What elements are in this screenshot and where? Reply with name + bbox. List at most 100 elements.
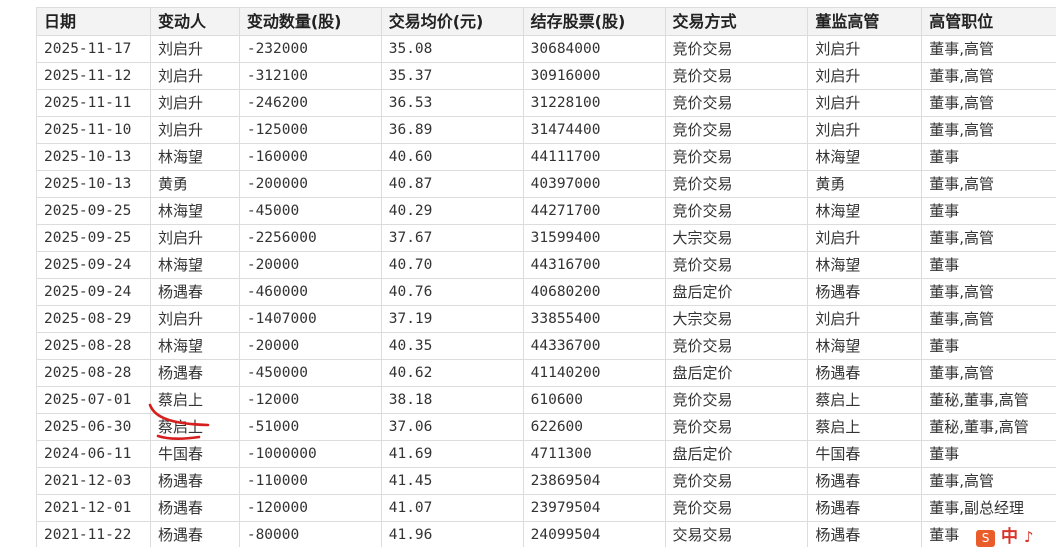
cell-holdings: 610600 (522, 386, 666, 414)
cell-executive: 蔡启上 (807, 386, 923, 414)
table-row[interactable]: 2025-10-13 黄勇 -200000 40.87 40397000 竞价交易 黄勇 董事… (36, 170, 1056, 198)
cell-executive: 杨遇春 (807, 359, 923, 387)
table-body: 2025-11-17 刘启升 -232000 35.08 30684000 竞价交易 刘启升… (36, 35, 1056, 547)
cell-person: 林海望 (149, 143, 240, 171)
column-header-avg-price[interactable]: 交易均价(元) (380, 7, 524, 36)
cell-position: 董事 (921, 197, 1056, 225)
table-row[interactable]: 2025-09-24 杨遇春 -460000 40.76 40680200 盘后定价 杨遇春… (36, 278, 1056, 306)
cell-avg-price: 41.96 (380, 521, 524, 547)
cell-avg-price: 40.35 (380, 332, 524, 360)
cell-position: 董事,高管 (921, 170, 1056, 198)
cell-executive: 林海望 (807, 251, 923, 279)
cell-executive: 蔡启上 (807, 413, 923, 441)
ime-logo-icon[interactable]: S (976, 530, 995, 547)
cell-trade-type: 大宗交易 (664, 224, 809, 252)
cell-position: 董事,副总经理 (921, 494, 1056, 522)
cell-position: 董事,高管 (921, 359, 1056, 387)
cell-change-qty: -20000 (238, 332, 382, 360)
cell-change-qty: -160000 (238, 143, 382, 171)
table-row[interactable]: 2021-12-01 杨遇春 -120000 41.07 23979504 竞价交易 杨遇春… (36, 494, 1056, 522)
cell-holdings: 30684000 (522, 35, 666, 63)
cell-avg-price: 40.76 (380, 278, 524, 306)
cell-avg-price: 41.07 (380, 494, 524, 522)
cell-avg-price: 41.45 (380, 467, 524, 495)
cell-holdings: 31599400 (522, 224, 666, 252)
table-row[interactable]: 2025-08-28 林海望 -20000 40.35 44336700 竞价交易 林海望董… (36, 332, 1056, 360)
cell-date: 2025-11-17 (36, 35, 151, 63)
column-header-date[interactable]: 日期 (36, 7, 151, 36)
cell-holdings: 622600 (522, 413, 666, 441)
insider-trading-table: 日期 变动人 变动数量(股) 交易均价(元) 结存股票(股) 交易方式 董监高管… (36, 7, 1056, 547)
table-row[interactable]: 2025-10-13 林海望 -160000 40.60 44111700 竞价交易 林海望… (36, 143, 1056, 171)
column-header-change-qty[interactable]: 变动数量(股) (238, 7, 382, 36)
cell-person: 杨遇春 (149, 467, 240, 495)
cell-person: 杨遇春 (149, 359, 240, 387)
cell-change-qty: -312100 (238, 62, 382, 90)
cell-date: 2025-07-01 (36, 386, 151, 414)
cell-position: 董事 (921, 251, 1056, 279)
table-row[interactable]: 2025-11-12 刘启升 -312100 35.37 30916000 竞价交易 刘启升… (36, 62, 1056, 90)
page: 日期 变动人 变动数量(股) 交易均价(元) 结存股票(股) 交易方式 董监高管… (0, 0, 1056, 547)
cell-holdings: 24099504 (522, 521, 666, 547)
column-header-person[interactable]: 变动人 (149, 7, 240, 36)
cell-trade-type: 盘后定价 (664, 278, 809, 306)
column-header-executive[interactable]: 董监高管 (807, 7, 923, 36)
cell-trade-type: 竞价交易 (664, 116, 809, 144)
cell-date: 2025-11-12 (36, 62, 151, 90)
table-row[interactable]: 2025-11-10 刘启升 -125000 36.89 31474400 竞价交易 刘启升… (36, 116, 1056, 144)
table-row[interactable]: 2025-09-24 林海望 -20000 40.70 44316700 竞价交易 林海望董… (36, 251, 1056, 279)
cell-trade-type: 交易交易 (664, 521, 809, 547)
cell-avg-price: 38.18 (380, 386, 524, 414)
cell-person: 蔡启上 (149, 386, 240, 414)
cell-trade-type: 竞价交易 (664, 251, 809, 279)
column-header-position[interactable]: 高管职位 (921, 7, 1056, 36)
cell-trade-type: 竞价交易 (664, 197, 809, 225)
cell-avg-price: 36.89 (380, 116, 524, 144)
cell-trade-type: 竞价交易 (664, 386, 809, 414)
column-header-holdings[interactable]: 结存股票(股) (522, 7, 666, 36)
cell-avg-price: 40.87 (380, 170, 524, 198)
table-row[interactable]: 2024-06-11 牛国春 -1000000 41.69 4711300 盘后定价 牛国春… (36, 440, 1056, 468)
cell-date: 2024-06-11 (36, 440, 151, 468)
ime-toolbar[interactable]: S 中 ♪ (972, 528, 1056, 547)
cell-executive: 杨遇春 (807, 494, 923, 522)
cell-change-qty: -20000 (238, 251, 382, 279)
table-row[interactable]: 2025-09-25 刘启升 -2256000 37.67 31599400 大宗交易 刘启… (36, 224, 1056, 252)
cell-change-qty: -51000 (238, 413, 382, 441)
punctuation-icon[interactable]: ♪ (1024, 528, 1034, 547)
column-header-trade-type[interactable]: 交易方式 (664, 7, 809, 36)
cell-executive: 黄勇 (807, 170, 923, 198)
cell-change-qty: -125000 (238, 116, 382, 144)
table-row[interactable]: 2025-11-11 刘启升 -246200 36.53 31228100 竞价交易 刘启升… (36, 89, 1056, 117)
table-row[interactable]: 2025-09-25 林海望 -45000 40.29 44271700 竞价交易 林海望董… (36, 197, 1056, 225)
cell-position: 董事,高管 (921, 62, 1056, 90)
ime-mode-toggle[interactable]: 中 (1001, 528, 1018, 547)
cell-person: 林海望 (149, 197, 240, 225)
cell-position: 董事,高管 (921, 35, 1056, 63)
cell-executive: 刘启升 (807, 89, 923, 117)
cell-holdings: 44111700 (522, 143, 666, 171)
cell-date: 2025-09-25 (36, 224, 151, 252)
cell-position: 董事,高管 (921, 116, 1056, 144)
cell-trade-type: 竞价交易 (664, 332, 809, 360)
table-row[interactable]: 2025-07-01 蔡启上 -12000 38.18 610600 竞价交易 蔡启上 董秘,… (36, 386, 1056, 414)
table-row[interactable]: 2021-11-22 杨遇春 -80000 41.96 24099504 交易交易 杨遇春董… (36, 521, 1056, 547)
cell-date: 2025-10-13 (36, 143, 151, 171)
cell-holdings: 31474400 (522, 116, 666, 144)
cell-change-qty: -460000 (238, 278, 382, 306)
cell-date: 2021-12-01 (36, 494, 151, 522)
cell-change-qty: -80000 (238, 521, 382, 547)
table-row[interactable]: 2025-11-17 刘启升 -232000 35.08 30684000 竞价交易 刘启升… (36, 35, 1056, 63)
cell-position: 董事 (921, 143, 1056, 171)
cell-date: 2025-08-29 (36, 305, 151, 333)
cell-date: 2025-11-10 (36, 116, 151, 144)
cell-holdings: 40397000 (522, 170, 666, 198)
table-row[interactable]: 2021-12-03 杨遇春 -110000 41.45 23869504 竞价交易 杨遇春… (36, 467, 1056, 495)
table-row[interactable]: 2025-08-28 杨遇春 -450000 40.62 41140200 盘后定价 杨遇春… (36, 359, 1056, 387)
table-row[interactable]: 2025-08-29 刘启升 -1407000 37.19 33855400 大宗交易 刘启… (36, 305, 1056, 333)
cell-change-qty: -2256000 (238, 224, 382, 252)
cell-executive: 刘启升 (807, 35, 923, 63)
cell-person: 刘启升 (149, 89, 240, 117)
table-header-row: 日期 变动人 变动数量(股) 交易均价(元) 结存股票(股) 交易方式 董监高管… (36, 7, 1056, 36)
table-row[interactable]: 2025-06-30 蔡启上 -51000 37.06 622600 竞价交易 蔡启上 董秘,… (36, 413, 1056, 441)
